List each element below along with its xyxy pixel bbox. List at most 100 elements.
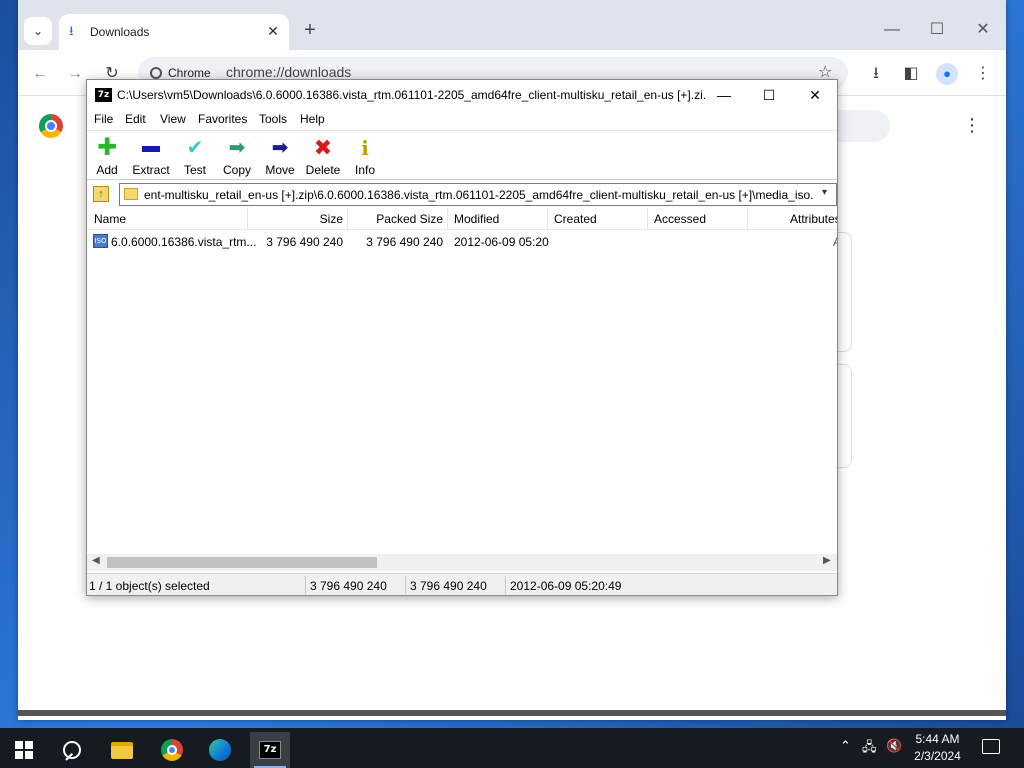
column-divider[interactable] <box>747 208 748 230</box>
site-chip-label: Chrome <box>168 66 211 80</box>
copy-arrow-icon: ➡ <box>228 137 246 159</box>
folder-icon <box>124 188 138 200</box>
tab-search-button[interactable]: ⌄ <box>24 17 52 45</box>
test-label: Test <box>183 163 206 177</box>
forward-arrow-icon[interactable]: → <box>64 63 86 85</box>
delete-button[interactable]: ✖ Delete <box>305 135 341 179</box>
column-modified[interactable]: Modified <box>454 212 499 226</box>
plus-icon: ✚ <box>96 134 118 161</box>
menu-view[interactable]: View <box>160 112 186 126</box>
delete-x-icon: ✖ <box>313 135 333 160</box>
add-button[interactable]: ✚ Add <box>93 135 121 179</box>
taskbar-clock[interactable]: 5:44 AM 2/3/2024 <box>905 731 970 765</box>
taskbar-chrome[interactable] <box>152 732 192 768</box>
info-button[interactable]: i Info <box>351 135 379 179</box>
back-arrow-icon[interactable]: ← <box>29 63 51 85</box>
close-icon[interactable]: ✕ <box>800 84 830 106</box>
scrollbar-thumb[interactable] <box>107 557 377 568</box>
chrome-menu-icon[interactable]: ⋮ <box>972 63 994 85</box>
column-divider[interactable] <box>247 208 248 230</box>
info-icon: i <box>361 136 369 160</box>
column-accessed[interactable]: Accessed <box>654 212 706 226</box>
taskbar-edge[interactable] <box>200 732 240 768</box>
menu-help[interactable]: Help <box>300 112 325 126</box>
downloads-toolbar-icon[interactable]: ⭳ <box>865 63 887 85</box>
path-text: ent-multisku_retail_en-us [+].zip\6.0.60… <box>144 188 814 202</box>
tab-close-icon[interactable]: ✕ <box>264 22 282 40</box>
chrome-site-icon <box>150 67 162 79</box>
taskbar-file-explorer[interactable] <box>102 732 142 768</box>
minimize-icon[interactable]: — <box>709 84 739 106</box>
iso-file-icon: ISO <box>93 234 108 248</box>
row-size: 3 796 490 240 <box>266 235 343 249</box>
path-combobox[interactable]: ent-multisku_retail_en-us [+].zip\6.0.60… <box>119 183 837 206</box>
chrome-logo-icon <box>39 114 63 138</box>
status-packed: 3 796 490 240 <box>410 579 487 593</box>
extract-button[interactable]: Extract <box>129 135 173 179</box>
chevron-up-icon[interactable]: ⌃ <box>840 738 851 754</box>
new-tab-button[interactable]: + <box>300 20 320 40</box>
list-header: Name Size Packed Size Modified Created A… <box>87 208 837 230</box>
row-packed-size: 3 796 490 240 <box>366 235 443 249</box>
column-size[interactable]: Size <box>297 212 343 226</box>
download-icon: ⭳ <box>69 23 74 38</box>
column-attributes[interactable]: Attributes <box>790 212 837 226</box>
status-modified: 2012-06-09 05:20:49 <box>510 579 622 593</box>
column-divider[interactable] <box>647 208 648 230</box>
folder-up-icon[interactable]: ↑ <box>93 186 109 202</box>
network-icon[interactable]: 🖧 <box>862 738 877 760</box>
column-divider[interactable] <box>547 208 548 230</box>
menu-edit[interactable]: Edit <box>125 112 146 126</box>
menu-bar: File Edit View Favorites Tools Help <box>87 110 837 130</box>
add-label: Add <box>96 163 118 177</box>
scroll-right-icon[interactable]: ▶ <box>823 555 831 566</box>
move-button[interactable]: ➡ Move <box>263 135 297 179</box>
tab-downloads[interactable]: ⭳ Downloads ✕ <box>59 14 289 50</box>
chrome-tab-strip: ⌄ ⭳ Downloads ✕ + — ☐ ✕ <box>18 0 1006 50</box>
horizontal-scrollbar[interactable]: ◀ ▶ <box>87 554 837 571</box>
close-icon[interactable]: ✕ <box>971 18 995 42</box>
row-attributes: A <box>833 235 837 249</box>
notification-icon[interactable] <box>982 739 1000 754</box>
menu-file[interactable]: File <box>94 112 113 126</box>
maximize-icon[interactable]: ☐ <box>754 84 784 106</box>
side-panel-icon[interactable]: ◧ <box>900 63 922 85</box>
menu-tools[interactable]: Tools <box>259 112 287 126</box>
check-icon: ✔ <box>186 137 204 159</box>
sevenzip-icon: 7z <box>259 741 281 759</box>
move-arrow-icon: ➡ <box>271 137 289 159</box>
clock-time: 5:44 AM <box>915 732 960 746</box>
profile-button[interactable]: ● <box>936 63 958 85</box>
column-divider[interactable] <box>347 208 348 230</box>
maximize-icon[interactable]: ☐ <box>925 18 949 42</box>
profile-avatar-icon: ● <box>936 63 958 85</box>
clock-date: 2/3/2024 <box>914 749 961 763</box>
column-packed-size[interactable]: Packed Size <box>367 212 443 226</box>
status-bar: 1 / 1 object(s) selected 3 796 490 240 3… <box>87 573 837 595</box>
taskbar-7zip[interactable]: 7z <box>250 732 290 768</box>
move-label: Move <box>265 163 295 177</box>
download-card[interactable] <box>838 232 852 352</box>
taskbar-search-button[interactable] <box>52 732 92 768</box>
menu-favorites[interactable]: Favorites <box>198 112 247 126</box>
info-label: Info <box>354 163 375 177</box>
folder-icon <box>111 741 133 759</box>
test-button[interactable]: ✔ Test <box>181 135 209 179</box>
column-created[interactable]: Created <box>554 212 597 226</box>
downloads-search-field[interactable] <box>838 110 890 142</box>
download-card[interactable] <box>838 364 852 468</box>
downloads-more-icon[interactable]: ⋮ <box>963 115 981 136</box>
copy-button[interactable]: ➡ Copy <box>221 135 253 179</box>
chevron-down-icon[interactable]: ▾ <box>822 187 827 198</box>
search-icon <box>63 741 81 759</box>
volume-muted-icon[interactable]: 🔇 <box>886 738 902 754</box>
table-row[interactable]: ISO 6.0.6000.16386.vista_rtm... 3 796 49… <box>87 232 837 252</box>
column-divider[interactable] <box>447 208 448 230</box>
column-name[interactable]: Name <box>94 212 126 226</box>
chrome-bottom-edge <box>18 710 1006 716</box>
start-button[interactable] <box>4 732 44 768</box>
scroll-left-icon[interactable]: ◀ <box>92 555 100 566</box>
minimize-icon[interactable]: — <box>880 18 904 42</box>
sevenzip-titlebar[interactable]: 7z C:\Users\vm5\Downloads\6.0.6000.16386… <box>87 80 837 110</box>
status-divider <box>505 576 506 594</box>
